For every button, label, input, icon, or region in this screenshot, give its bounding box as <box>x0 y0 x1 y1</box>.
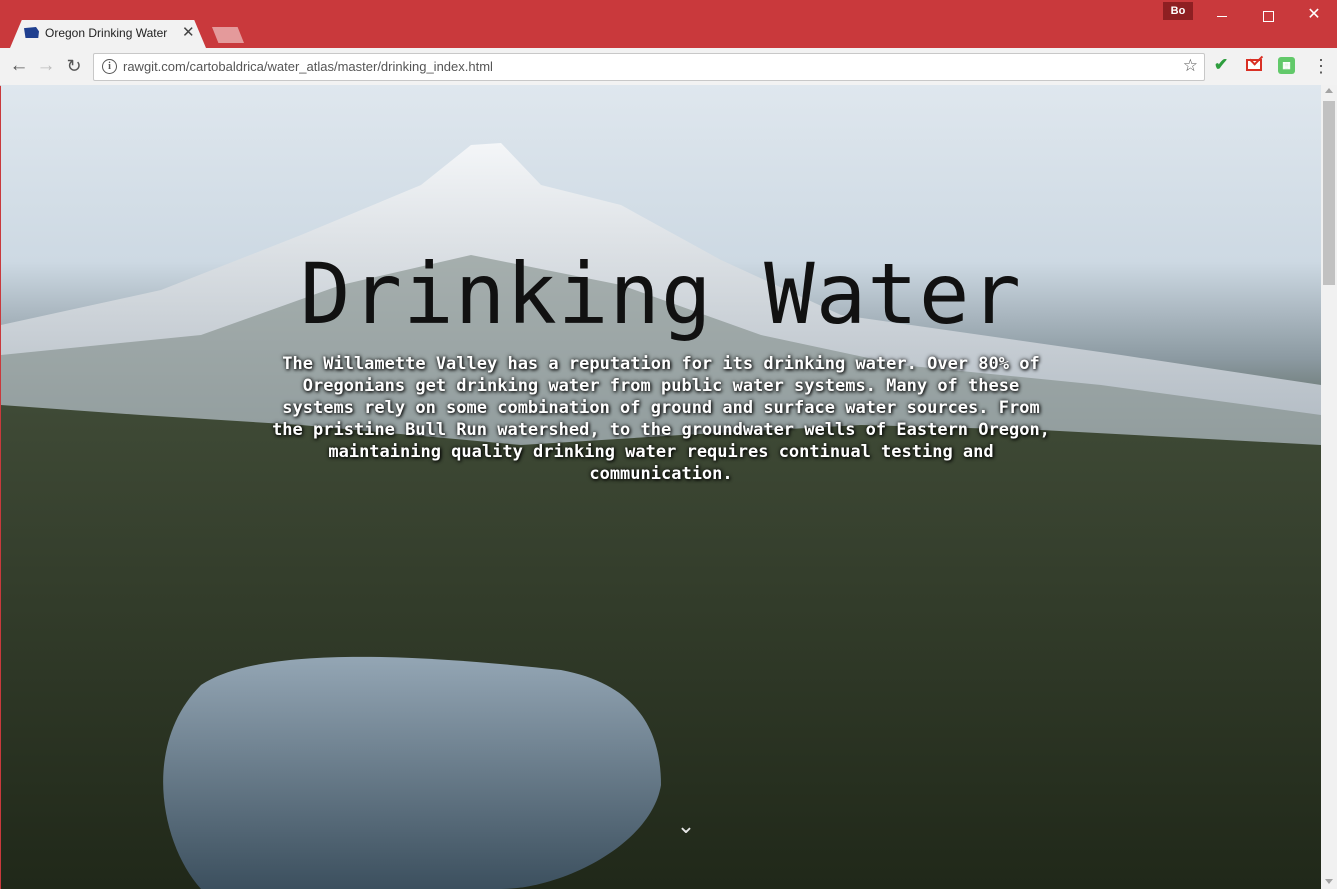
reload-button[interactable]: ↻ <box>62 55 86 79</box>
checkmark-extension-icon[interactable]: ✔ <box>1214 55 1232 74</box>
close-window-button[interactable]: ✕ <box>1294 4 1334 28</box>
info-icon[interactable]: i <box>102 59 117 74</box>
chevron-down-icon[interactable]: ⌄ <box>676 813 696 838</box>
back-button[interactable]: ← <box>7 55 31 79</box>
forward-arrow-icon: → <box>36 55 56 76</box>
reload-icon: ↻ <box>66 56 82 76</box>
close-icon: ✕ <box>1307 6 1321 23</box>
page-viewport: Drinking Water The Willamette Valley has… <box>1 85 1321 889</box>
minimize-button[interactable] <box>1202 4 1242 28</box>
oregon-flag-icon <box>24 27 39 38</box>
green-extension-icon[interactable]: ▦ <box>1278 57 1295 74</box>
scroll-up-arrow[interactable] <box>1325 88 1333 93</box>
hero-background-image <box>1 143 1321 889</box>
gmail-extension-icon[interactable] <box>1246 57 1264 75</box>
tab-close-icon[interactable]: ✕ <box>182 23 195 41</box>
window-titlebar: Oregon Drinking Water ✕ Bo ✕ <box>0 0 1337 48</box>
address-bar[interactable]: i rawgit.com/cartobaldrica/water_atlas/m… <box>93 53 1205 81</box>
minimize-icon <box>1217 15 1227 17</box>
maximize-icon <box>1262 10 1274 22</box>
back-arrow-icon: ← <box>9 55 29 76</box>
gmail-logo <box>1246 59 1262 71</box>
new-tab-button[interactable] <box>212 27 244 43</box>
forward-button[interactable]: → <box>34 55 58 79</box>
profile-badge[interactable]: Bo <box>1163 2 1193 20</box>
url-text[interactable]: rawgit.com/cartobaldrica/water_atlas/mas… <box>123 59 493 74</box>
browser-tab-content[interactable]: Oregon Drinking Water ✕ <box>10 20 206 48</box>
browser-toolbar: ← → ↻ i rawgit.com/cartobaldrica/water_a… <box>0 48 1337 86</box>
kebab-menu-icon[interactable]: ⋮ <box>1312 54 1330 78</box>
tab-title: Oregon Drinking Water <box>45 26 168 40</box>
page-title: Drinking Water <box>299 245 1022 343</box>
intro-paragraph: The Willamette Valley has a reputation f… <box>272 354 1050 484</box>
page-scrollbar[interactable] <box>1321 85 1337 889</box>
scroll-down-arrow[interactable] <box>1325 879 1333 884</box>
star-icon[interactable]: ☆ <box>1183 56 1198 76</box>
scroll-thumb[interactable] <box>1323 101 1335 285</box>
maximize-button[interactable] <box>1248 4 1288 28</box>
